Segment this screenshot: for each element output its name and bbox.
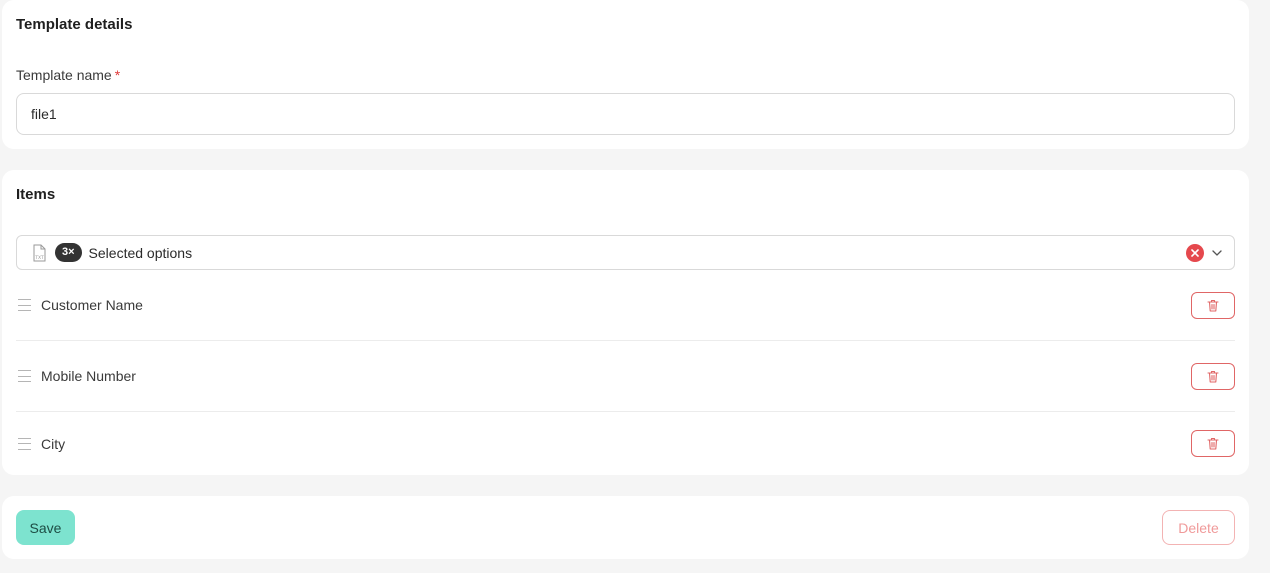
delete-button[interactable]: Delete	[1162, 510, 1235, 545]
section-title-template-details: Template details	[16, 16, 133, 33]
required-mark: *	[114, 67, 121, 83]
actions-card: Save Delete	[2, 496, 1249, 559]
section-title-items: Items	[16, 186, 56, 203]
template-name-input[interactable]	[16, 93, 1235, 135]
svg-text:TXT: TXT	[34, 255, 44, 261]
trash-icon	[1207, 299, 1219, 312]
template-details-card: Template details Template name *	[2, 0, 1249, 149]
items-multi-select[interactable]: TXT 3× Selected options	[16, 235, 1235, 270]
save-button[interactable]: Save	[16, 510, 75, 545]
drag-handle-icon[interactable]	[18, 299, 34, 311]
items-card: Items TXT 3× Selected options Customer N…	[2, 170, 1249, 475]
clear-selection-icon[interactable]	[1186, 243, 1204, 262]
item-label: City	[41, 435, 66, 452]
selected-count-badge: 3×	[55, 243, 82, 262]
delete-item-button[interactable]	[1191, 362, 1235, 390]
list-item: Mobile Number	[16, 341, 1235, 412]
delete-item-button[interactable]	[1191, 291, 1235, 319]
drag-handle-icon[interactable]	[18, 370, 34, 382]
list-item: Customer Name	[16, 270, 1235, 341]
template-name-label: Template name *	[16, 67, 120, 83]
txt-file-icon: TXT	[31, 243, 49, 263]
trash-icon	[1207, 370, 1219, 383]
drag-handle-icon[interactable]	[18, 437, 34, 450]
chevron-down-icon[interactable]	[1210, 246, 1224, 260]
trash-icon	[1207, 437, 1219, 450]
item-label: Customer Name	[41, 297, 143, 313]
template-name-label-text: Template name	[16, 67, 112, 83]
list-item: City	[16, 412, 1235, 475]
selected-options-text: Selected options	[88, 244, 193, 261]
delete-item-button[interactable]	[1191, 430, 1235, 457]
item-label: Mobile Number	[41, 368, 136, 384]
